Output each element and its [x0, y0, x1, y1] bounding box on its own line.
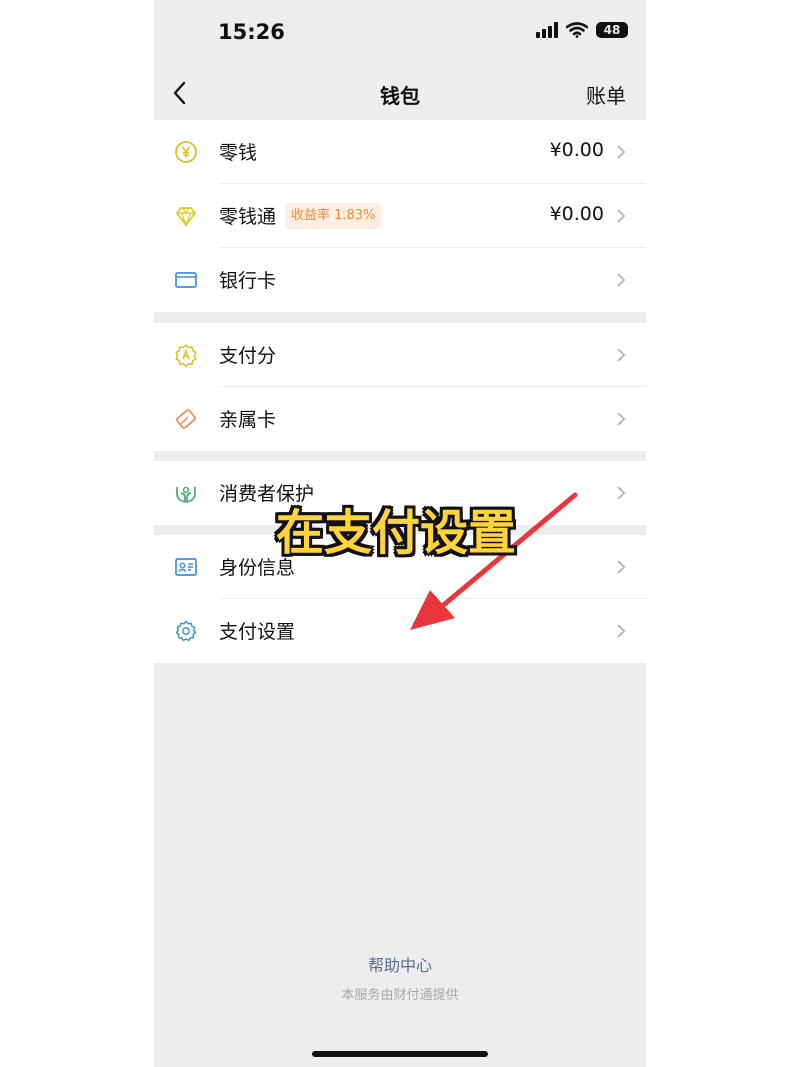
- signal-icon: [536, 22, 558, 38]
- payment-score-icon: [175, 344, 197, 367]
- bill-button[interactable]: 账单: [586, 80, 626, 109]
- list-item-label: 零钱通: [219, 206, 277, 228]
- list-item-family-card[interactable]: 亲属卡: [154, 387, 646, 451]
- section-services: 支付分 亲属卡: [154, 323, 646, 451]
- provider-note: 本服务由财付通提供: [341, 988, 459, 1003]
- list-item-value: ¥0.00: [549, 203, 604, 225]
- list-item-wealth[interactable]: 零钱通 收益率 1.83% ¥0.00: [154, 184, 646, 248]
- nav-bar: 钱包 账单: [154, 66, 646, 120]
- annotation-caption: 在支付设置: [276, 505, 517, 561]
- id-card-icon: [175, 558, 197, 576]
- list-item-bank-card[interactable]: 银行卡: [154, 248, 646, 312]
- battery-icon: 48: [596, 22, 628, 38]
- status-bar: 15:26 48: [154, 0, 646, 66]
- list-item-label: 支付分: [219, 345, 277, 367]
- consumer-protection-icon: [176, 486, 196, 503]
- bank-card-icon: [175, 272, 197, 288]
- chevron-right-icon: [617, 273, 626, 287]
- diamond-icon: [176, 207, 196, 227]
- list-item-label: 银行卡: [219, 270, 277, 292]
- page-title: 钱包: [380, 84, 420, 108]
- chevron-right-icon: [617, 624, 626, 638]
- chevron-right-icon: [617, 560, 626, 574]
- chevron-right-icon: [617, 348, 626, 362]
- list-item-label: 亲属卡: [219, 409, 277, 431]
- list-item-label: 零钱: [219, 142, 258, 164]
- section-balance: 零钱 ¥0.00 零钱通 收益率 1.83% ¥0.00 银行卡: [154, 120, 646, 312]
- family-card-icon: [175, 409, 197, 429]
- list-item-label: 支付设置: [219, 621, 296, 643]
- chevron-right-icon: [617, 145, 626, 159]
- status-icons: 48: [536, 22, 628, 38]
- chevron-right-icon: [617, 209, 626, 223]
- chevron-right-icon: [617, 486, 626, 500]
- gear-icon: [175, 620, 197, 642]
- yield-badge: 收益率 1.83%: [285, 203, 382, 229]
- help-center-link[interactable]: 帮助中心: [154, 952, 646, 976]
- yuan-coin-icon: [175, 141, 197, 163]
- list-item-change[interactable]: 零钱 ¥0.00: [154, 120, 646, 184]
- chevron-right-icon: [617, 412, 626, 426]
- home-indicator: [312, 1051, 488, 1057]
- wifi-icon: [566, 22, 588, 38]
- list-item-payment-score[interactable]: 支付分: [154, 323, 646, 387]
- status-time: 15:26: [218, 20, 285, 44]
- list-item-value: ¥0.00: [549, 139, 604, 161]
